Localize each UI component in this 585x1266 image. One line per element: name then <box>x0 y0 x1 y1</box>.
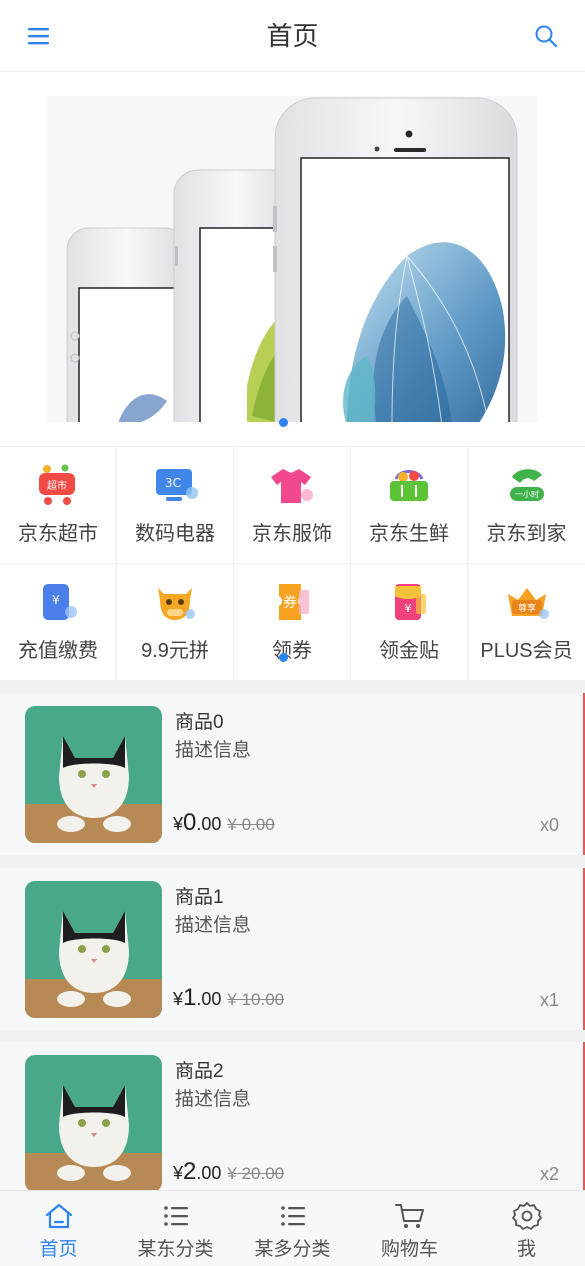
grid-item-label: 领金贴 <box>379 640 439 662</box>
svg-text:尊享: 尊享 <box>517 602 535 614</box>
cat-photo <box>25 881 162 1018</box>
product-card[interactable]: 商品1 描述信息 ¥1.00 ¥ 10.00 x1 <box>0 868 585 1030</box>
grid-item-label: 京东生鲜 <box>369 523 449 545</box>
svg-text:超市: 超市 <box>47 479 67 492</box>
original-price: ¥ 10.00 <box>227 990 285 1009</box>
product-price: ¥1.00 ¥ 10.00 <box>173 984 285 1011</box>
list-icon <box>163 1206 188 1226</box>
phones-image <box>47 96 538 422</box>
gear-icon <box>511 1202 542 1230</box>
original-price: ¥ 20.00 <box>227 1164 285 1183</box>
grid-item-plus-member[interactable]: 尊享 PLUS会员 <box>468 564 585 681</box>
grid-item-fresh[interactable]: 京东生鲜 <box>351 447 468 564</box>
product-name: 商品0 <box>175 712 224 733</box>
coupon-icon: 券 <box>279 584 309 620</box>
product-quantity: x0 <box>539 815 559 835</box>
category-row: 超市 京东超市 3C 数码电器 京东服饰 京东生鲜 一小时 京东到家 <box>0 447 585 564</box>
cow-group-icon <box>158 588 195 620</box>
cart-icon <box>394 1204 424 1228</box>
grid-item-label: 京东服饰 <box>252 523 332 545</box>
grid-item-home-delivery[interactable]: 一小时 京东到家 <box>468 447 585 564</box>
svg-text:一小时: 一小时 <box>515 489 539 499</box>
tab-label: 某多分类 <box>254 1239 331 1260</box>
grid-item-label: 9.9元拼 <box>141 640 209 662</box>
recharge-card-icon: ¥ <box>43 584 77 620</box>
product-card[interactable]: 商品2 描述信息 ¥2.00 ¥ 20.00 x2 <box>0 1042 585 1190</box>
tab-me[interactable]: 我 <box>468 1191 585 1266</box>
product-thumbnail[interactable] <box>25 706 162 843</box>
tab-label: 某东分类 <box>137 1239 214 1260</box>
product-description: 描述信息 <box>175 740 252 761</box>
grid-item-recharge[interactable]: ¥ 充值缴费 <box>0 564 117 681</box>
product-card[interactable]: 商品0 描述信息 ¥0.00 ¥ 0.00 x0 <box>0 693 585 855</box>
carousel-indicator-dot[interactable] <box>279 418 288 427</box>
grid-item-digital[interactable]: 3C 数码电器 <box>117 447 234 564</box>
product-thumbnail[interactable] <box>25 881 162 1018</box>
crown-icon: 尊享 <box>507 588 549 619</box>
tab-label: 购物车 <box>380 1239 438 1260</box>
grid-item-group-buy[interactable]: 9.9元拼 <box>117 564 234 681</box>
cat-photo <box>25 706 162 843</box>
product-name: 商品1 <box>175 887 224 908</box>
grid-item-label: 充值缴费 <box>18 640 98 662</box>
product-name: 商品2 <box>175 1061 224 1082</box>
svg-text:3C: 3C <box>165 476 181 490</box>
grid-item-label: 数码电器 <box>135 523 215 545</box>
grid-item-label: 领券 <box>272 640 312 662</box>
banner-carousel[interactable] <box>0 72 585 446</box>
product-price: ¥2.00 ¥ 20.00 <box>173 1158 285 1185</box>
product-price: ¥0.00 ¥ 0.00 <box>173 809 275 836</box>
search-button[interactable] <box>529 22 563 50</box>
original-price: ¥ 0.00 <box>227 815 275 834</box>
tab-pdd-category[interactable]: 某多分类 <box>234 1191 351 1266</box>
category-grid: 超市 京东超市 3C 数码电器 京东服饰 京东生鲜 一小时 京东到家 ¥ 充值缴… <box>0 446 585 681</box>
tab-jd-category[interactable]: 某东分类 <box>117 1191 234 1266</box>
page-title: 首页 <box>266 21 319 51</box>
app-header: 首页 <box>0 0 585 72</box>
svg-text:¥: ¥ <box>405 602 412 615</box>
cat-photo <box>25 1055 162 1190</box>
svg-text:¥: ¥ <box>52 593 60 607</box>
tab-cart[interactable]: 购物车 <box>351 1191 468 1266</box>
red-envelope-icon: ¥ <box>395 584 426 620</box>
product-quantity: x1 <box>539 990 559 1010</box>
grid-item-supermarket[interactable]: 超市 京东超市 <box>0 447 117 564</box>
banner-slide-phones[interactable] <box>47 96 538 422</box>
grid-item-gold-subsidy[interactable]: ¥ 领金贴 <box>351 564 468 681</box>
category-row: ¥ 充值缴费 9.9元拼 券 领券 ¥ 领金贴 尊享 PLUS会员 <box>0 564 585 681</box>
grid-item-label: 京东超市 <box>18 523 98 545</box>
grid-item-coupon[interactable]: 券 领券 <box>234 564 351 681</box>
delivery-hour-icon: 一小时 <box>509 469 544 501</box>
product-thumbnail[interactable] <box>25 1055 162 1190</box>
product-quantity: x2 <box>539 1164 559 1184</box>
grid-page-indicator[interactable] <box>279 653 288 662</box>
home-icon <box>45 1203 72 1229</box>
supermarket-cart-icon: 超市 <box>39 464 75 505</box>
tab-home[interactable]: 首页 <box>0 1191 117 1266</box>
search-icon <box>535 25 558 48</box>
tab-label: 首页 <box>39 1239 78 1260</box>
product-description: 描述信息 <box>175 1089 252 1110</box>
tshirt-icon <box>271 469 313 503</box>
svg-text:券: 券 <box>283 595 297 611</box>
fresh-basket-icon <box>390 470 428 501</box>
grid-item-apparel[interactable]: 京东服饰 <box>234 447 351 564</box>
grid-item-label: 京东到家 <box>486 523 567 545</box>
product-list: 商品0 描述信息 ¥0.00 ¥ 0.00 x0 商品1 描述信息 ¥1.00 ¥ … <box>0 680 585 1190</box>
grid-item-label: PLUS会员 <box>480 640 573 662</box>
bottom-tab-bar: 首页 某东分类 某多分类 购物车 我 <box>0 1190 585 1266</box>
digital-3c-icon: 3C <box>156 469 198 501</box>
tab-label: 我 <box>516 1239 536 1260</box>
product-description: 描述信息 <box>175 915 252 936</box>
list-icon <box>280 1206 305 1226</box>
